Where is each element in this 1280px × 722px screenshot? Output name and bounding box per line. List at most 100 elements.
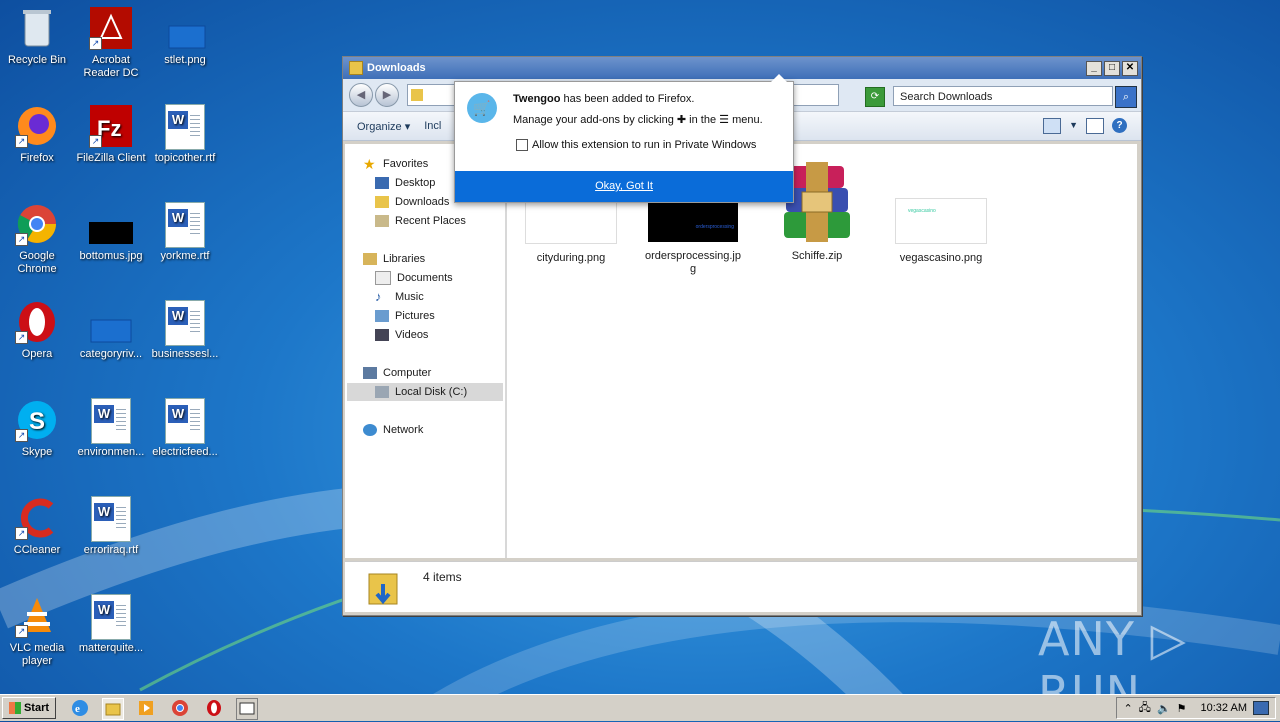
downloads-folder-icon bbox=[375, 196, 389, 208]
desktop-icon-electricfeed[interactable]: electricfeed... bbox=[148, 398, 222, 459]
folder-icon bbox=[411, 89, 423, 101]
show-hidden-icons-chevron-icon[interactable]: ⌃ bbox=[1123, 702, 1132, 715]
desktop-icon-categoryriv[interactable]: categoryriv... bbox=[74, 300, 148, 361]
nav-network[interactable]: Network bbox=[363, 421, 423, 439]
desktop-icon-opera[interactable]: ↗ Opera bbox=[0, 300, 74, 361]
network-tray-icon[interactable]: 🖧 bbox=[1139, 699, 1151, 718]
forward-button[interactable]: ▶ bbox=[375, 83, 399, 107]
private-windows-checkbox[interactable]: Allow this extension to run in Private W… bbox=[516, 139, 756, 151]
include-menu[interactable]: Incl bbox=[424, 120, 441, 132]
nav-videos[interactable]: Videos bbox=[375, 326, 428, 344]
word-doc-icon bbox=[91, 496, 131, 542]
title-bar[interactable]: Downloads _ □ ✕ bbox=[343, 57, 1141, 79]
libraries-icon bbox=[363, 253, 377, 265]
nav-pictures[interactable]: Pictures bbox=[375, 307, 435, 325]
maximize-button[interactable]: □ bbox=[1104, 60, 1120, 76]
desktop-icon-skype[interactable]: S ↗ Skype bbox=[0, 398, 74, 459]
shortcut-arrow-icon: ↗ bbox=[89, 135, 102, 148]
search-button[interactable]: ⌕ bbox=[1115, 86, 1137, 108]
word-doc-icon bbox=[91, 594, 131, 640]
windows-logo-icon bbox=[8, 702, 21, 714]
desktop-icon-recycle-bin[interactable]: Recycle Bin bbox=[0, 6, 74, 67]
nav-computer[interactable]: Computer bbox=[363, 364, 431, 382]
start-button[interactable]: Start bbox=[2, 697, 56, 719]
shortcut-arrow-icon: ↗ bbox=[15, 233, 28, 246]
desktop-icon-environmen[interactable]: environmen... bbox=[74, 398, 148, 459]
refresh-button[interactable]: ⟳ bbox=[865, 87, 885, 107]
minimize-button[interactable]: _ bbox=[1086, 60, 1102, 76]
desktop-icon-vlc[interactable]: ↗ VLC media player bbox=[0, 594, 74, 668]
navigation-pane: ★ Favorites Desktop Downloads Recent Pla… bbox=[345, 144, 507, 558]
recent-places-icon bbox=[375, 215, 389, 227]
computer-icon bbox=[363, 367, 377, 379]
action-center-flag-icon[interactable]: ⚑ bbox=[1177, 702, 1187, 715]
documents-icon bbox=[375, 271, 391, 285]
desktop-icon-bottomus[interactable]: bottomus.jpg bbox=[74, 202, 148, 263]
internet-explorer-icon[interactable]: e bbox=[70, 698, 90, 718]
nav-documents[interactable]: Documents bbox=[375, 269, 453, 287]
recycle-bin-icon bbox=[15, 6, 59, 50]
explorer-taskbar-icon[interactable] bbox=[102, 698, 124, 720]
window-title: Downloads bbox=[367, 62, 426, 74]
view-dropdown-chevron-icon[interactable]: ▼ bbox=[1069, 118, 1078, 134]
desktop-icon-matterquite[interactable]: matterquite... bbox=[74, 594, 148, 655]
item-count: 4 items bbox=[423, 570, 462, 584]
help-icon[interactable]: ? bbox=[1112, 118, 1127, 133]
chrome-icon: ↗ bbox=[15, 202, 59, 246]
desktop-icon-firefox[interactable]: ↗ Firefox bbox=[0, 104, 74, 165]
desktop-icon-acrobat[interactable]: ↗ Acrobat Reader DC bbox=[74, 6, 148, 80]
file-item[interactable]: vegascasino vegascasino.png bbox=[881, 198, 1001, 265]
word-doc-icon bbox=[165, 300, 205, 346]
opera-taskbar-icon[interactable] bbox=[204, 698, 224, 718]
nav-libraries[interactable]: Libraries bbox=[363, 250, 425, 268]
okay-got-it-button[interactable]: Okay, Got It bbox=[455, 171, 793, 202]
search-input[interactable]: Search Downloads bbox=[893, 86, 1113, 106]
desktop-icon-filezilla[interactable]: Fz ↗ FileZilla Client bbox=[74, 104, 148, 165]
window-switcher-icon[interactable] bbox=[236, 698, 258, 720]
downloads-folder-icon bbox=[367, 568, 399, 606]
word-doc-icon bbox=[165, 104, 205, 150]
system-tray: ⌃ 🖧 🔈 ⚑ 10:32 AM bbox=[1116, 697, 1276, 719]
desktop-icon-erroriraq[interactable]: erroriraq.rtf bbox=[74, 496, 148, 557]
image-thumbnail: vegascasino bbox=[895, 198, 987, 244]
nav-favorites[interactable]: ★ Favorites bbox=[363, 155, 428, 173]
file-item[interactable]: cityduring.png bbox=[511, 198, 631, 265]
organize-menu[interactable]: Organize ▾ bbox=[357, 120, 410, 133]
image-file-icon bbox=[89, 202, 133, 246]
nav-music[interactable]: ♪ Music bbox=[375, 288, 424, 306]
ccleaner-icon: ↗ bbox=[15, 496, 59, 540]
popup-title: Twengoo has been added to Firefox. bbox=[513, 93, 695, 105]
skype-icon: S ↗ bbox=[15, 398, 59, 442]
checkbox[interactable] bbox=[516, 139, 528, 151]
media-player-icon[interactable] bbox=[136, 698, 156, 718]
desktop-icon-businessesl[interactable]: businessesl... bbox=[148, 300, 222, 361]
nav-recent-places[interactable]: Recent Places bbox=[375, 212, 466, 230]
shortcut-arrow-icon: ↗ bbox=[15, 625, 28, 638]
back-button[interactable]: ◀ bbox=[349, 83, 373, 107]
popup-arrow bbox=[771, 74, 787, 82]
desktop-icon-topicother[interactable]: topicother.rtf bbox=[148, 104, 222, 165]
network-icon bbox=[363, 424, 377, 436]
chrome-taskbar-icon[interactable] bbox=[170, 698, 190, 718]
nav-desktop[interactable]: Desktop bbox=[375, 174, 435, 192]
file-item[interactable]: ordersprocessing ordersprocessing.jp g bbox=[633, 198, 753, 276]
volume-icon[interactable]: 🔈 bbox=[1157, 702, 1171, 715]
desktop-icon-stlet[interactable]: stlet.png bbox=[148, 6, 222, 67]
show-desktop-icon[interactable] bbox=[1253, 701, 1269, 715]
svg-text:S: S bbox=[29, 408, 45, 435]
cart-icon: 🛒 bbox=[467, 93, 497, 123]
shortcut-arrow-icon: ↗ bbox=[15, 135, 28, 148]
image-thumbnail: ordersprocessing bbox=[648, 198, 738, 242]
preview-pane-icon[interactable] bbox=[1086, 118, 1104, 134]
image-thumbnail bbox=[525, 198, 617, 244]
popup-manage-text: Manage your add-ons by clicking ✚ in the… bbox=[513, 114, 763, 126]
close-button[interactable]: ✕ bbox=[1122, 60, 1138, 76]
status-bar: 4 items bbox=[345, 561, 1137, 612]
desktop-icon-chrome[interactable]: ↗ Google Chrome bbox=[0, 202, 74, 276]
desktop-icon-yorkme[interactable]: yorkme.rtf bbox=[148, 202, 222, 263]
desktop-icon-ccleaner[interactable]: ↗ CCleaner bbox=[0, 496, 74, 557]
nav-local-disk[interactable]: Local Disk (C:) bbox=[347, 383, 503, 401]
view-options-icon[interactable] bbox=[1043, 118, 1062, 134]
nav-downloads[interactable]: Downloads bbox=[375, 193, 449, 211]
clock[interactable]: 10:32 AM bbox=[1201, 702, 1247, 714]
